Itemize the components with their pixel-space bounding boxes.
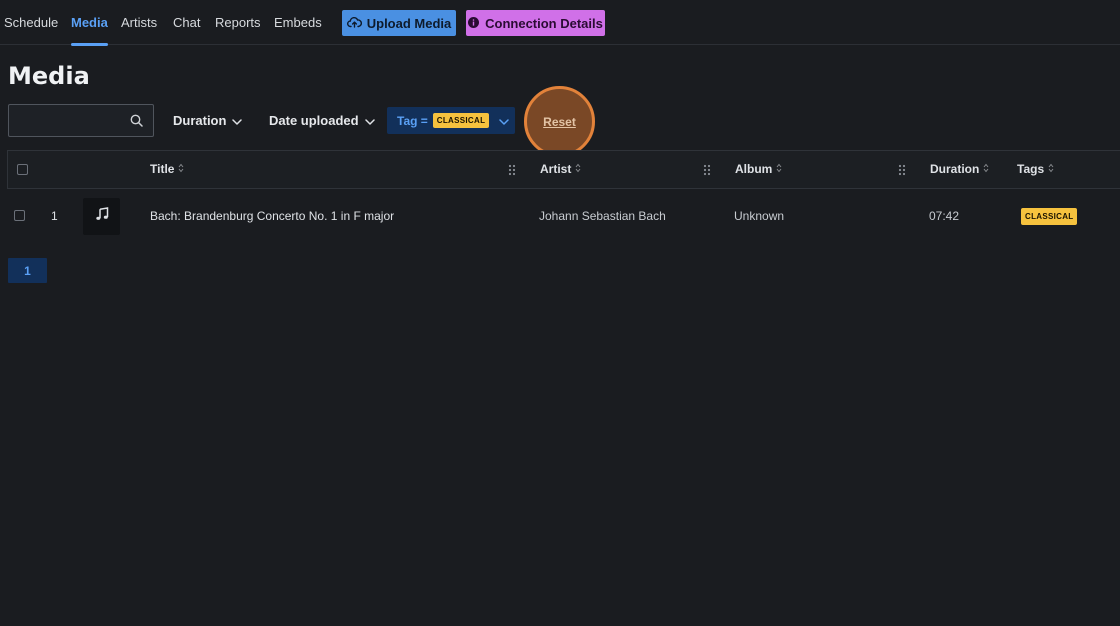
tag-filter[interactable]: Tag = CLASSICAL	[387, 107, 515, 134]
page-title: Media	[8, 62, 90, 90]
row-index: 1	[51, 209, 58, 223]
row-checkbox[interactable]	[14, 210, 25, 221]
chevron-down-icon	[499, 114, 510, 128]
row-duration: 07:42	[929, 209, 960, 223]
nav-artists[interactable]: Artists	[121, 0, 157, 45]
column-title-label: Title	[150, 162, 175, 176]
duration-filter[interactable]: Duration	[173, 104, 243, 137]
cloud-upload-icon	[346, 16, 362, 31]
sort-icon	[575, 151, 581, 188]
column-duration-label: Duration	[930, 162, 980, 176]
upload-media-button[interactable]: Upload Media	[342, 10, 456, 36]
row-artist: Johann Sebastian Bach	[539, 209, 666, 223]
column-header-title[interactable]: Title	[150, 151, 184, 188]
column-header-artist[interactable]: Artist	[540, 151, 581, 188]
nav-embeds[interactable]: Embeds	[274, 0, 322, 45]
music-note-icon	[95, 207, 109, 226]
connection-details-label: Connection Details	[485, 15, 603, 31]
tag-filter-prefix: Tag =	[397, 113, 428, 128]
table-row[interactable]: 1 Bach: Brandenburg Concerto No. 1 in F …	[7, 190, 1120, 242]
search-box[interactable]	[8, 104, 154, 137]
sort-icon	[178, 151, 184, 188]
column-album-label: Album	[735, 162, 773, 176]
date-uploaded-filter[interactable]: Date uploaded	[269, 104, 375, 137]
row-title[interactable]: Bach: Brandenburg Concerto No. 1 in F ma…	[150, 190, 394, 242]
nav-reports[interactable]: Reports	[215, 0, 261, 45]
column-tags-label: Tags	[1017, 162, 1045, 176]
table-header: Title Artist Album Duration Tags	[7, 150, 1120, 189]
sort-icon	[776, 151, 782, 188]
search-input[interactable]	[9, 105, 121, 136]
top-nav: Schedule Media Artists Chat Reports Embe…	[0, 0, 1120, 46]
row-album: Unknown	[734, 209, 785, 223]
nav-schedule[interactable]: Schedule	[4, 0, 58, 45]
column-header-album[interactable]: Album	[735, 151, 782, 188]
duration-filter-label: Duration	[173, 113, 227, 128]
date-uploaded-filter-label: Date uploaded	[269, 113, 359, 128]
select-all-checkbox[interactable]	[17, 164, 28, 175]
tag-filter-badge: CLASSICAL	[432, 113, 490, 128]
column-header-tags[interactable]: Tags	[1017, 151, 1054, 188]
pagination-page-1[interactable]: 1	[8, 258, 47, 283]
drag-handle-icon[interactable]	[898, 163, 906, 181]
column-artist-label: Artist	[540, 162, 572, 176]
row-tag-badge: CLASSICAL	[1021, 208, 1078, 225]
nav-media[interactable]: Media	[71, 0, 108, 46]
search-icon[interactable]	[130, 114, 143, 132]
sort-icon	[983, 151, 989, 188]
drag-handle-icon[interactable]	[703, 163, 711, 181]
sort-icon	[1048, 151, 1054, 188]
upload-media-label: Upload Media	[366, 15, 452, 31]
drag-handle-icon[interactable]	[508, 163, 516, 181]
nav-chat[interactable]: Chat	[173, 0, 200, 45]
chevron-down-icon	[232, 113, 243, 128]
column-header-duration[interactable]: Duration	[930, 151, 989, 188]
reset-button[interactable]: Reset	[524, 86, 595, 157]
connection-details-button[interactable]: Connection Details	[466, 10, 605, 36]
info-circle-icon	[468, 16, 480, 31]
chevron-down-icon	[364, 113, 375, 128]
media-thumbnail	[83, 198, 120, 235]
